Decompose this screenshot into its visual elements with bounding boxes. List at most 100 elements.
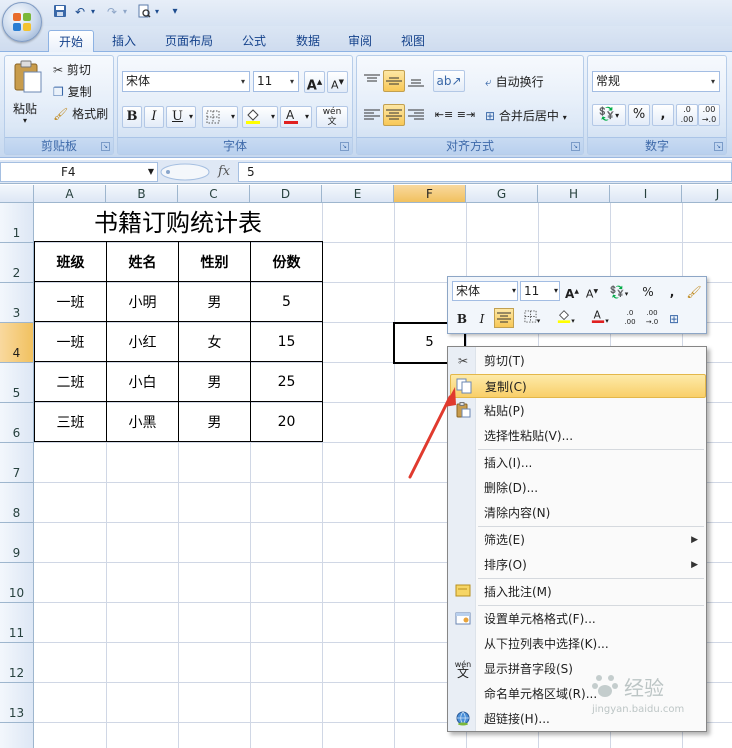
italic-button[interactable]: I: [144, 106, 164, 128]
formula-bar-grip-icon[interactable]: [160, 163, 210, 181]
mini-bold-button[interactable]: B: [452, 308, 472, 328]
mini-font-size-combo[interactable]: 11 ▾: [520, 281, 560, 301]
align-center-button[interactable]: [383, 104, 405, 126]
tab-insert[interactable]: 插入: [104, 30, 144, 52]
table-cell[interactable]: 女: [178, 321, 251, 362]
row-header-10[interactable]: 10: [0, 563, 34, 603]
row-header-3[interactable]: 3: [0, 283, 34, 323]
column-header-e[interactable]: E: [322, 185, 394, 203]
row-header-4[interactable]: 4: [0, 323, 34, 363]
borders-button[interactable]: ▾: [202, 106, 238, 128]
comma-button[interactable]: ,: [652, 104, 674, 126]
save-icon[interactable]: [52, 4, 68, 20]
align-middle-button[interactable]: [383, 70, 405, 92]
column-header-b[interactable]: B: [106, 185, 178, 203]
column-header-d[interactable]: D: [250, 185, 322, 203]
tab-review[interactable]: 审阅: [340, 30, 380, 52]
mini-increase-decimal-icon[interactable]: .0.00: [620, 308, 640, 328]
menu-item-pick-from-list[interactable]: 从下拉列表中选择(K)...: [450, 632, 706, 656]
tab-view[interactable]: 视图: [393, 30, 433, 52]
insert-function-button[interactable]: fx: [218, 162, 230, 182]
table-cell[interactable]: 一班: [34, 321, 107, 362]
mini-comma-button[interactable]: ,: [662, 281, 682, 301]
alignment-launcher-icon[interactable]: ↘: [571, 142, 580, 151]
row-header-5[interactable]: 5: [0, 363, 34, 403]
table-cell[interactable]: 小白: [106, 361, 179, 402]
print-preview-icon[interactable]: [136, 4, 152, 20]
row-header-2[interactable]: 2: [0, 243, 34, 283]
mini-shrink-font-icon[interactable]: A▼: [582, 281, 602, 301]
align-bottom-button[interactable]: [405, 70, 427, 92]
row-header-8[interactable]: 8: [0, 483, 34, 523]
align-right-button[interactable]: [405, 104, 427, 126]
table-cell[interactable]: 25: [250, 361, 323, 402]
mini-font-name-combo[interactable]: 宋体 ▾: [452, 281, 518, 301]
increase-indent-button[interactable]: ≡⇥: [455, 104, 477, 126]
decrease-indent-button[interactable]: ⇤≡: [433, 104, 455, 126]
table-cell[interactable]: 5: [250, 281, 323, 322]
fill-color-button[interactable]: ▾: [242, 106, 278, 128]
tab-home[interactable]: 开始: [48, 30, 94, 52]
wrap-text-button[interactable]: ⤶ 自动换行: [485, 72, 544, 92]
table-cell[interactable]: 一班: [34, 281, 107, 322]
menu-item-insert[interactable]: 插入(I)...: [450, 451, 706, 475]
mini-borders-button[interactable]: ▾: [518, 308, 546, 328]
table-cell[interactable]: 二班: [34, 361, 107, 402]
mini-fill-color-button[interactable]: ▾: [552, 308, 580, 328]
mini-font-color-button[interactable]: A ▾: [586, 308, 614, 328]
menu-item-filter[interactable]: 筛选(E) ▶: [450, 528, 706, 552]
column-header-a[interactable]: A: [34, 185, 106, 203]
table-cell[interactable]: 男: [178, 281, 251, 322]
column-header-g[interactable]: G: [466, 185, 538, 203]
menu-item-delete[interactable]: 删除(D)...: [450, 476, 706, 500]
shrink-font-button[interactable]: A▼: [327, 71, 348, 93]
row-header-1[interactable]: 1: [0, 203, 34, 243]
column-header-i[interactable]: I: [610, 185, 682, 203]
percent-button[interactable]: %: [628, 104, 650, 126]
table-cell[interactable]: 小明: [106, 281, 179, 322]
phonetic-button[interactable]: wén 文: [316, 106, 348, 128]
decrease-decimal-button[interactable]: .00 →.0: [698, 104, 720, 126]
menu-item-paste[interactable]: 粘贴(P): [450, 399, 706, 423]
qat-dropdown-icon[interactable]: ▾: [152, 4, 162, 20]
column-header-c[interactable]: C: [178, 185, 250, 203]
mini-percent-button[interactable]: %: [638, 281, 658, 301]
row-header-6[interactable]: 6: [0, 403, 34, 443]
header-cell-class[interactable]: 班级: [34, 241, 107, 282]
format-painter-button[interactable]: 🖌 格式刷: [53, 105, 108, 123]
menu-item-paste-special[interactable]: 选择性粘贴(V)...: [450, 424, 706, 448]
font-color-button[interactable]: A ▾: [280, 106, 312, 128]
menu-item-insert-comment[interactable]: 插入批注(M): [450, 580, 706, 604]
bold-button[interactable]: B: [122, 106, 142, 128]
header-cell-copies[interactable]: 份数: [250, 241, 323, 282]
header-cell-gender[interactable]: 性别: [178, 241, 251, 282]
row-header-11[interactable]: 11: [0, 603, 34, 643]
align-left-button[interactable]: [361, 104, 383, 126]
undo-icon[interactable]: ↶: [72, 4, 88, 20]
increase-decimal-button[interactable]: .0 .00: [676, 104, 698, 126]
table-cell[interactable]: 男: [178, 361, 251, 402]
mini-format-painter-icon[interactable]: 🖌: [684, 281, 704, 301]
tab-data[interactable]: 数据: [288, 30, 328, 52]
table-cell[interactable]: 三班: [34, 401, 107, 442]
merge-center-button[interactable]: ⊞ 合并后居中 ▾: [485, 106, 567, 126]
menu-item-clear-contents[interactable]: 清除内容(N): [450, 501, 706, 525]
undo-dropdown-icon[interactable]: ▾: [88, 4, 98, 20]
accounting-format-button[interactable]: 💱▾: [592, 104, 626, 126]
menu-item-copy[interactable]: 复制(C): [450, 374, 706, 398]
column-header-h[interactable]: H: [538, 185, 610, 203]
clipboard-launcher-icon[interactable]: ↘: [101, 142, 110, 151]
menu-item-sort[interactable]: 排序(O) ▶: [450, 553, 706, 577]
redo-dropdown-icon[interactable]: ▾: [120, 4, 130, 20]
tab-formulas[interactable]: 公式: [234, 30, 274, 52]
column-header-j[interactable]: J: [682, 185, 732, 203]
formula-input[interactable]: 5: [238, 162, 732, 182]
table-cell[interactable]: 15: [250, 321, 323, 362]
mini-grow-font-icon[interactable]: A▲: [562, 281, 582, 301]
header-cell-name[interactable]: 姓名: [106, 241, 179, 282]
paste-button[interactable]: 粘贴 ▾: [9, 60, 47, 130]
table-cell[interactable]: 小黑: [106, 401, 179, 442]
font-launcher-icon[interactable]: ↘: [340, 142, 349, 151]
menu-item-cut[interactable]: ✂ 剪切(T): [450, 349, 706, 373]
cut-button[interactable]: ✂ 剪切: [53, 61, 91, 79]
